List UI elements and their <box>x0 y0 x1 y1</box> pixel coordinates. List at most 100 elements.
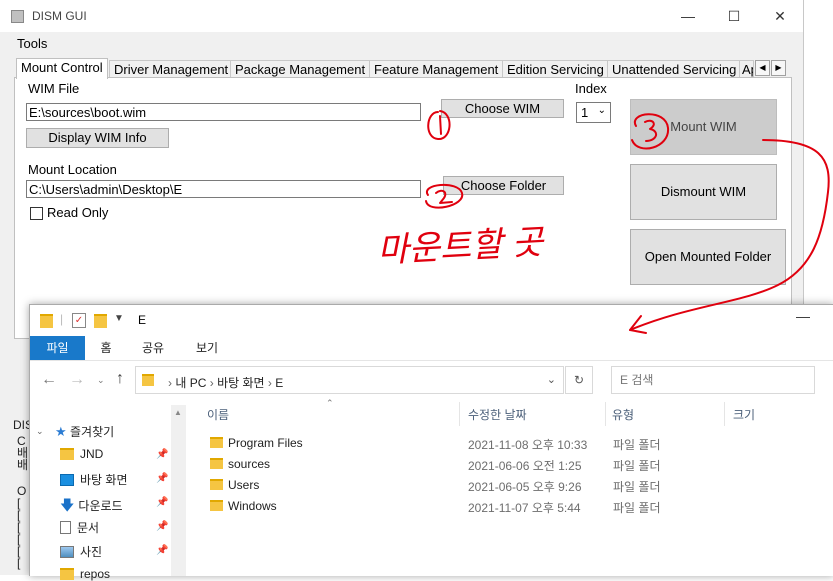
index-label: Index <box>575 81 607 96</box>
ribbon-tab-view[interactable]: 보기 <box>187 336 227 360</box>
tab-driver-management[interactable]: Driver Management <box>109 60 234 78</box>
tab-scroll-right-button[interactable]: ▶ <box>771 60 786 76</box>
tree-item-label: 문서 <box>77 521 100 535</box>
side-text-10: [ <box>17 556 21 570</box>
file-row[interactable]: sources 2021-06-06 오전 1:25 파일 폴더 <box>206 454 666 475</box>
tab-feature-management[interactable]: Feature Management <box>369 60 504 78</box>
new-folder-icon[interactable] <box>94 314 107 328</box>
tab-scroll-left-button[interactable]: ◀ <box>755 60 770 76</box>
dism-titlebar[interactable]: DISM GUI — ☐ ✕ <box>0 0 803 32</box>
file-row[interactable]: Users 2021-06-05 오후 9:26 파일 폴더 <box>206 475 666 496</box>
index-select[interactable]: 1 ⌄ <box>576 102 611 123</box>
up-arrow-icon[interactable]: ↑ <box>116 370 124 388</box>
tree-item-pictures[interactable]: 사진 <box>60 543 102 560</box>
open-mounted-folder-button[interactable]: Open Mounted Folder <box>630 229 786 285</box>
menu-tools[interactable]: Tools <box>17 36 47 51</box>
maximize-button[interactable]: ☐ <box>711 0 757 32</box>
breadcrumb: › 내 PC › 바탕 화면 › E <box>168 374 283 391</box>
file-type: 파일 폴더 <box>613 501 661 515</box>
breadcrumb-item-my-pc[interactable]: 내 PC <box>175 376 206 390</box>
pin-icon: 📌 <box>156 449 169 460</box>
pin-icon: 📌 <box>156 521 169 532</box>
tree-item-jnd[interactable]: JND <box>60 447 103 461</box>
explorer-titlebar[interactable]: | ✓ ▼ E — <box>30 305 833 336</box>
explorer-minimize-button[interactable]: — <box>796 308 810 324</box>
refresh-icon: ↻ <box>573 373 585 387</box>
folder-icon <box>210 479 223 490</box>
ribbon-tab-file[interactable]: 파일 <box>30 336 85 360</box>
expand-chevron-icon[interactable]: ⌄ <box>36 426 44 437</box>
search-input[interactable]: E 검색 <box>611 366 815 394</box>
forward-arrow-icon[interactable]: → <box>69 371 85 389</box>
sort-up-icon: ⌃ <box>326 398 334 408</box>
read-only-checkbox[interactable] <box>30 207 43 220</box>
tree-item-label: JND <box>80 447 104 461</box>
explorer-ribbon: 파일 홈 공유 보기 <box>30 336 833 360</box>
read-only-label: Read Only <box>47 205 109 220</box>
breadcrumb-separator-icon: › <box>267 376 272 390</box>
column-header-type[interactable]: 유형 <box>612 406 634 423</box>
breadcrumb-item-desktop[interactable]: 바탕 화면 <box>217 376 265 390</box>
address-bar[interactable]: › 내 PC › 바탕 화면 › E ⌄ <box>135 366 564 394</box>
ribbon-separator <box>30 360 833 361</box>
wim-file-label: WIM File <box>28 81 80 96</box>
dismount-wim-button[interactable]: Dismount WIM <box>630 164 777 220</box>
recent-locations-chevron-icon[interactable]: ⌄ <box>97 375 105 386</box>
tree-item-downloads[interactable]: 🡇 다운로드 <box>60 495 123 519</box>
choose-wim-button[interactable]: Choose WIM <box>441 99 564 118</box>
title-divider: | <box>60 312 64 326</box>
quick-access-dropdown-icon[interactable]: ▼ <box>114 313 124 324</box>
tree-item-documents[interactable]: 문서 <box>60 519 99 536</box>
tab-package-management[interactable]: Package Management <box>230 60 371 78</box>
choose-folder-button[interactable]: Choose Folder <box>443 176 564 195</box>
column-divider[interactable] <box>459 402 460 426</box>
column-header-date[interactable]: 수정한 날짜 <box>468 406 527 423</box>
scroll-up-icon[interactable]: ▲ <box>174 408 182 417</box>
tab-edition-servicing[interactable]: Edition Servicing <box>502 60 609 78</box>
address-folder-icon <box>142 374 154 386</box>
close-button[interactable]: ✕ <box>757 0 803 32</box>
file-date: 2021-11-08 오후 10:33 <box>468 438 588 452</box>
document-icon <box>60 521 71 534</box>
folder-icon <box>40 314 53 328</box>
index-value: 1 <box>581 105 589 120</box>
mount-wim-button[interactable]: Mount WIM <box>630 99 777 155</box>
folder-icon <box>210 458 223 469</box>
explorer-window: | ✓ ▼ E — 파일 홈 공유 보기 ← → ⌄ ↑ › 내 PC › 바탕… <box>29 304 833 581</box>
refresh-button[interactable]: ↻ <box>565 366 593 394</box>
tab-mount-control[interactable]: Mount Control <box>16 58 108 79</box>
breadcrumb-item-e[interactable]: E <box>275 376 283 390</box>
menu-bar: Tools <box>0 33 803 53</box>
column-divider[interactable] <box>724 402 725 426</box>
star-icon: ★ <box>55 424 67 439</box>
ribbon-tab-share[interactable]: 공유 <box>133 336 173 360</box>
breadcrumb-separator-icon: › <box>168 376 172 390</box>
pin-icon: 📌 <box>156 473 169 484</box>
properties-icon[interactable]: ✓ <box>72 313 86 328</box>
mount-location-input[interactable]: C:\Users\admin\Desktop\E <box>26 180 421 198</box>
address-dropdown-icon[interactable]: ⌄ <box>547 373 556 386</box>
navigation-scrollbar[interactable]: ▲ <box>171 405 186 576</box>
tree-item-quick-access[interactable]: ★ 즐겨찾기 <box>55 423 114 440</box>
column-divider[interactable] <box>605 402 606 426</box>
file-row[interactable]: Program Files 2021-11-08 오후 10:33 파일 폴더 <box>206 433 666 454</box>
side-text-3: 배 <box>17 458 29 472</box>
tab-unattended-servicing[interactable]: Unattended Servicing <box>607 60 742 78</box>
tab-ap[interactable]: Ap <box>739 60 754 78</box>
desktop-icon <box>60 474 74 486</box>
wim-file-input[interactable]: E:\sources\boot.wim <box>26 103 421 121</box>
file-type: 파일 폴더 <box>613 480 661 494</box>
file-date: 2021-06-06 오전 1:25 <box>468 459 582 473</box>
minimize-button[interactable]: — <box>665 0 711 32</box>
column-header-name[interactable]: 이름 <box>207 406 229 423</box>
tree-item-desktop[interactable]: 바탕 화면 <box>60 471 128 488</box>
column-header-size[interactable]: 크기 <box>733 406 755 423</box>
file-row[interactable]: Windows 2021-11-07 오후 5:44 파일 폴더 <box>206 496 666 517</box>
folder-icon <box>210 437 223 448</box>
tree-item-repos[interactable]: repos <box>60 567 110 581</box>
display-wim-info-button[interactable]: Display WIM Info <box>26 128 169 148</box>
tree-item-label: 다운로드 <box>78 499 123 513</box>
back-arrow-icon[interactable]: ← <box>41 371 57 389</box>
ribbon-tab-home[interactable]: 홈 <box>88 336 124 360</box>
mount-location-label: Mount Location <box>28 162 117 177</box>
